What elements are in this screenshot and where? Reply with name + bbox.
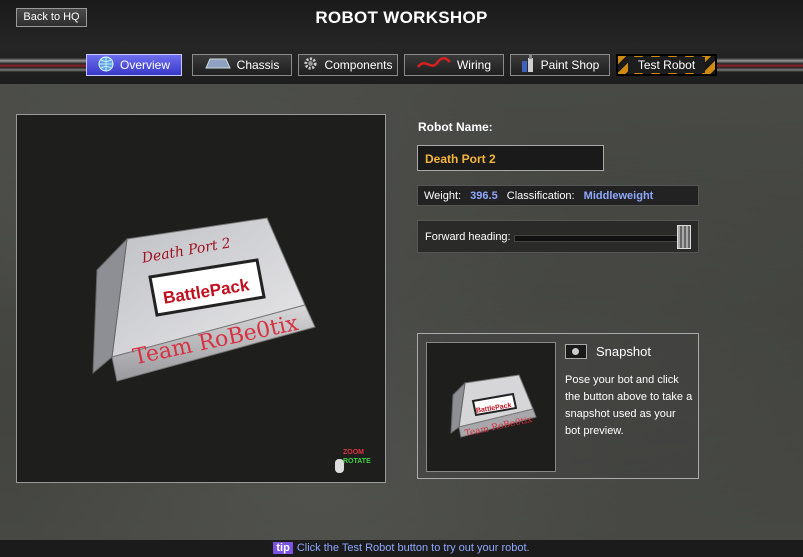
forward-heading-label: Forward heading: (425, 231, 511, 243)
tip-badge: tip (273, 542, 293, 554)
snapshot-button[interactable]: Snapshot (565, 344, 651, 359)
test-robot-button[interactable]: Test Robot (616, 54, 717, 76)
tip-text: Click the Test Robot button to try out y… (296, 542, 530, 554)
snapshot-preview: BattlePack Team RoBe0tix (426, 342, 556, 472)
classification-value: Middleweight (583, 190, 654, 202)
heading-slider-track[interactable] (514, 235, 691, 242)
tab-label: Test Robot (627, 57, 706, 73)
robot-model: Death Port 2 BattlePack Team RoBe0tix (92, 217, 316, 382)
globe-icon (98, 56, 114, 75)
tab-label: Paint Shop (540, 58, 600, 72)
tab-wiring[interactable]: Wiring (404, 54, 504, 76)
camera-icon (565, 344, 587, 359)
left-cable-decoration (0, 58, 86, 72)
forward-heading-control: Forward heading: (417, 220, 699, 253)
robot-name-label: Robot Name: (418, 120, 493, 134)
robot-3d-viewport[interactable]: Death Port 2 BattlePack Team RoBe0tix ZO… (16, 114, 386, 483)
snapshot-label: Snapshot (596, 344, 651, 359)
tab-label: Overview (119, 58, 170, 72)
chassis-icon (204, 57, 231, 74)
robot-name-input[interactable]: Death Port 2 (417, 145, 604, 171)
tab-label: Chassis (236, 58, 280, 72)
snapshot-robot-thumbnail: BattlePack Team RoBe0tix (450, 374, 537, 439)
heading-slider-thumb[interactable] (677, 225, 691, 249)
rotate-hint: ROTATE (343, 458, 371, 465)
tip-bar: tip Click the Test Robot button to try ou… (0, 540, 803, 557)
wire-icon (416, 56, 451, 74)
robot-stats: Weight: 396.5 Classification: Middleweig… (417, 185, 699, 206)
classification-label: Classification: (506, 190, 575, 202)
tab-paint-shop[interactable]: Paint Shop (510, 54, 610, 76)
tab-label: Components (324, 58, 393, 72)
gear-icon (303, 56, 318, 74)
header-bar: Back to HQ ROBOT WORKSHOP Overview Chass… (0, 0, 803, 85)
tab-label: Wiring (456, 58, 491, 72)
tab-chassis[interactable]: Chassis (192, 54, 292, 76)
page-title: ROBOT WORKSHOP (315, 8, 488, 27)
tab-components[interactable]: Components (298, 54, 398, 76)
tab-overview[interactable]: Overview (86, 54, 182, 76)
weight-label: Weight: (424, 190, 462, 202)
snapshot-description: Pose your bot and click the button above… (565, 374, 693, 437)
snapshot-panel: BattlePack Team RoBe0tix Snapshot Pose y… (417, 333, 699, 479)
paint-icon (521, 54, 535, 76)
zoom-hint: ZOOM (343, 449, 364, 456)
right-cable-decoration (717, 58, 803, 72)
weight-value: 396.5 (470, 190, 498, 202)
